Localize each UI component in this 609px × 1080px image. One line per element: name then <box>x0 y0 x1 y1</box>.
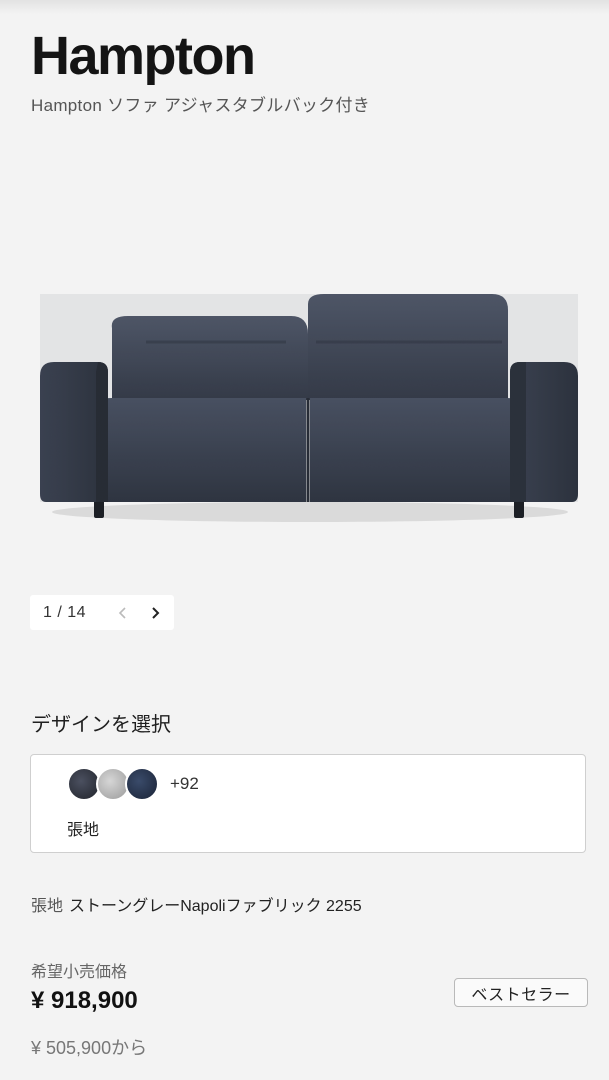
selected-fabric-label: 張地 <box>31 898 64 915</box>
fabric-label: 張地 <box>67 822 100 839</box>
chevron-right-icon <box>152 606 160 619</box>
gallery-next-button[interactable] <box>139 595 171 630</box>
swatch-list: +92 <box>67 767 199 801</box>
more-swatches-count: +92 <box>170 774 199 793</box>
selected-fabric-value: ストーングレーNapoliファブリック 2255 <box>69 898 362 915</box>
price-label: 希望小売価格 <box>31 964 128 981</box>
bestseller-badge: ベストセラー <box>454 978 588 1007</box>
price-from: ¥ 505,900から <box>31 1038 148 1058</box>
top-shadow-bar <box>0 0 609 14</box>
product-page: Hampton Hampton ソファ アジャスタブルバック付き 1 / 14 … <box>0 0 609 1080</box>
selected-fabric-text: 張地 ストーングレーNapoliファブリック 2255 <box>31 892 362 916</box>
chevron-left-icon <box>118 606 126 619</box>
product-title: Hampton <box>31 26 256 86</box>
fabric-selector[interactable]: +92 張地 <box>30 754 586 853</box>
sofa-image[interactable] <box>36 280 584 530</box>
product-subtitle: Hampton ソファ アジャスタブルバック付き <box>31 96 371 115</box>
price-value: ¥ 918,900 <box>31 987 138 1014</box>
gallery-prev-button[interactable] <box>107 595 139 630</box>
gallery-pager: 1 / 14 <box>30 595 174 630</box>
gallery-counter: 1 / 14 <box>43 603 87 621</box>
navy-swatch <box>125 767 159 801</box>
design-heading: デザインを選択 <box>31 714 171 736</box>
